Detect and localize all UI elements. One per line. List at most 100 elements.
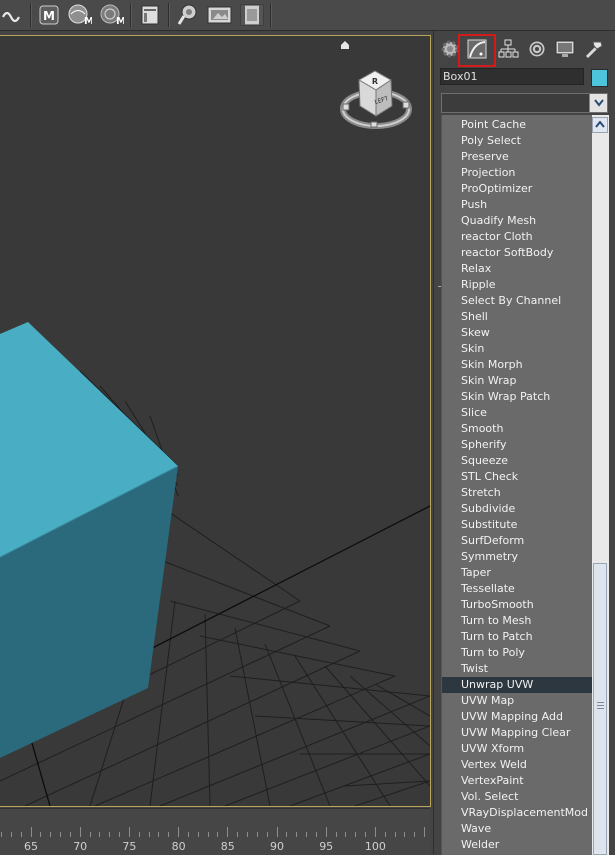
list-item[interactable]: Subdivide xyxy=(442,501,592,517)
main-toolbar: M M M xyxy=(0,0,615,31)
list-item[interactable]: Shell xyxy=(442,309,592,325)
render-window-icon[interactable] xyxy=(137,2,163,28)
list-item[interactable]: Vertex Weld xyxy=(442,757,592,773)
timeline-tick xyxy=(385,832,386,837)
hierarchy-tab-icon[interactable] xyxy=(496,37,520,61)
timeline-tick-label: 90 xyxy=(270,840,284,853)
list-item[interactable]: Substitute xyxy=(442,517,592,533)
list-item[interactable]: Tessellate xyxy=(442,581,592,597)
rendered-frame-icon[interactable]: M xyxy=(98,2,124,28)
timeline-tick xyxy=(277,827,278,837)
list-item[interactable]: Twist xyxy=(442,661,592,677)
list-item[interactable]: STL Check xyxy=(442,469,592,485)
grip-icon xyxy=(597,702,604,710)
render-production-icon[interactable] xyxy=(175,2,201,28)
list-item[interactable]: Select By Channel xyxy=(442,293,592,309)
list-item[interactable]: Symmetry xyxy=(442,549,592,565)
list-item[interactable]: Ripple xyxy=(442,277,592,293)
list-item[interactable]: Push xyxy=(442,197,592,213)
list-item[interactable]: Spherify xyxy=(442,437,592,453)
timeline-tick xyxy=(336,832,337,837)
timeline-tick xyxy=(375,827,376,837)
list-item[interactable]: Wave xyxy=(442,821,592,837)
timeline-tick xyxy=(99,832,100,837)
list-item[interactable]: Skin Wrap xyxy=(442,373,592,389)
modify-tab-icon[interactable] xyxy=(465,37,489,61)
list-item[interactable]: Turn to Poly xyxy=(442,645,592,661)
perspective-viewport[interactable]: R LEFT xyxy=(0,35,431,807)
list-item[interactable]: Skin Morph xyxy=(442,357,592,373)
viewcube[interactable]: R LEFT xyxy=(340,70,412,129)
list-item[interactable]: Unwrap UVW xyxy=(442,677,592,693)
list-item[interactable]: Turn to Mesh xyxy=(442,613,592,629)
svg-text:M: M xyxy=(84,16,92,27)
list-item[interactable]: Stretch xyxy=(442,485,592,501)
list-item[interactable]: Skin xyxy=(442,341,592,357)
timeline-tick xyxy=(316,832,317,837)
object-color-swatch[interactable] xyxy=(591,69,608,87)
timeline-tick xyxy=(70,832,71,837)
scroll-thumb[interactable] xyxy=(593,563,607,855)
motion-tab-icon[interactable] xyxy=(525,37,549,61)
list-item[interactable]: SurfDeform xyxy=(442,533,592,549)
display-tab-icon[interactable] xyxy=(553,37,577,61)
timeline-tick xyxy=(178,827,179,837)
timeline-tick xyxy=(11,832,12,837)
home-icon[interactable] xyxy=(341,41,349,49)
timeline-tick xyxy=(267,832,268,837)
list-item[interactable]: Skew xyxy=(442,325,592,341)
modifier-list: Point Cache Poly Select Preserve Projection… xyxy=(441,115,609,855)
timeline-tick xyxy=(21,832,22,837)
list-item[interactable]: TurboSmooth xyxy=(442,597,592,613)
list-item[interactable]: reactor Cloth xyxy=(442,229,592,245)
timeline-tick xyxy=(90,832,91,837)
list-item[interactable]: UVW Mapping Add xyxy=(442,709,592,725)
list-item[interactable]: UVW Mapping Clear xyxy=(442,725,592,741)
list-item[interactable]: Preserve xyxy=(442,149,592,165)
list-item[interactable]: Poly Select xyxy=(442,133,592,149)
chevron-down-icon[interactable] xyxy=(589,94,607,112)
list-item[interactable]: Relax xyxy=(442,261,592,277)
list-item[interactable]: Projection xyxy=(442,165,592,181)
timeline-tick xyxy=(227,827,228,837)
timeline-tick-label: 65 xyxy=(24,840,38,853)
svg-text:M: M xyxy=(43,9,55,23)
list-item[interactable]: Squeeze xyxy=(442,453,592,469)
list-item[interactable]: Smooth xyxy=(442,421,592,437)
timeline-tick xyxy=(306,832,307,837)
scene-render: R LEFT xyxy=(0,41,430,806)
list-item[interactable]: Slice xyxy=(442,405,592,421)
timeline-tick xyxy=(40,832,41,837)
material-editor-icon[interactable]: M xyxy=(36,2,62,28)
scroll-up-button[interactable] xyxy=(592,117,608,133)
wave-icon[interactable] xyxy=(0,2,26,28)
time-slider-ruler[interactable]: 65 70 75 80 85 90 95 100 xyxy=(0,808,430,855)
modifier-list-dropdown[interactable] xyxy=(441,93,608,113)
timeline-tick xyxy=(355,832,356,837)
list-item[interactable]: UVW Map xyxy=(442,693,592,709)
list-item[interactable]: VertexPaint xyxy=(442,773,592,789)
list-item[interactable]: Turn to Patch xyxy=(442,629,592,645)
list-item[interactable]: Point Cache xyxy=(442,117,592,133)
timeline-tick xyxy=(414,832,415,837)
list-item[interactable]: Skin Wrap Patch xyxy=(442,389,592,405)
list-item[interactable]: Quadify Mesh xyxy=(442,213,592,229)
list-item[interactable]: Taper xyxy=(442,565,592,581)
list-item[interactable]: Welder xyxy=(442,837,592,853)
list-item[interactable]: ProOptimizer xyxy=(442,181,592,197)
object-name-field[interactable]: Box01 xyxy=(440,68,584,85)
utilities-tab-icon[interactable] xyxy=(582,37,606,61)
timeline-tick xyxy=(345,832,346,837)
timeline-tick xyxy=(257,832,258,837)
modifier-list-scrollbar[interactable] xyxy=(592,115,609,855)
timeline-tick-label: 100 xyxy=(364,840,386,853)
timeline-tick xyxy=(50,832,51,837)
list-item[interactable]: UVW Xform xyxy=(442,741,592,757)
render-setup-icon[interactable]: M xyxy=(66,2,92,28)
list-item[interactable]: VRayDisplacementMod xyxy=(442,805,592,821)
list-item[interactable]: reactor SoftBody xyxy=(442,245,592,261)
timeline-tick xyxy=(326,827,327,837)
list-item[interactable]: Vol. Select xyxy=(442,789,592,805)
render-frame-icon[interactable] xyxy=(207,2,233,28)
video-post-icon[interactable] xyxy=(239,2,265,28)
